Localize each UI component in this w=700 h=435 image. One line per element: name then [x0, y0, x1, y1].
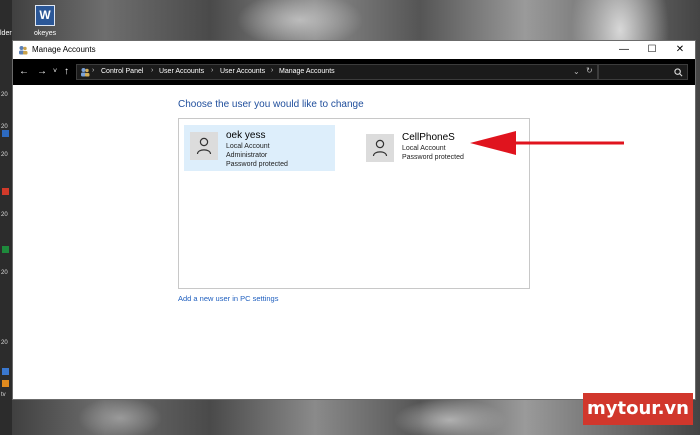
mytour-watermark-logo: mytour.vn	[583, 393, 693, 425]
red-arrow-annotation	[470, 131, 624, 155]
